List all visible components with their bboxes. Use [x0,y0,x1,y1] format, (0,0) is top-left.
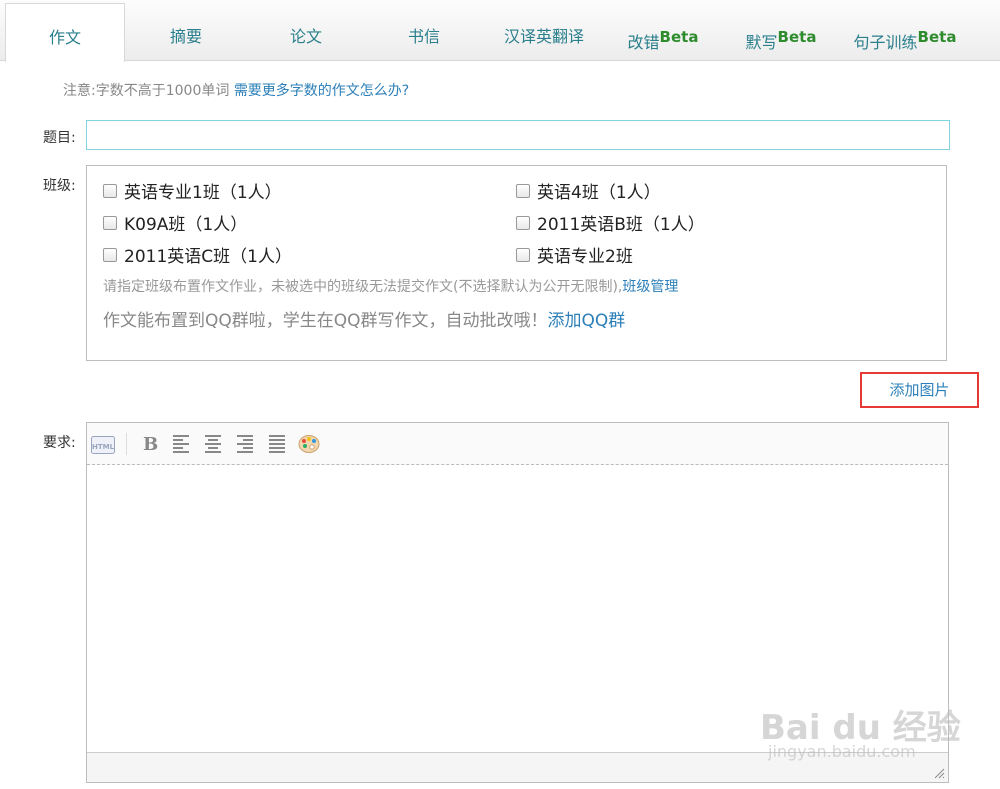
html-icon[interactable]: HTML [91,435,115,455]
class-option-label: 2011英语B班（1人） [537,215,705,235]
editor-toolbar: HTML B [87,423,948,465]
class-option-label: 英语4班（1人） [537,183,661,203]
class-option[interactable]: 英语专业2班 [516,242,633,267]
class-hint-text: 请指定班级布置作文作业，未被选中的班级无法提交作文(不选择默认为公开无限制), [103,279,623,295]
add-qq-group-link[interactable]: 添加QQ群 [548,311,626,331]
checkbox[interactable] [516,247,530,262]
beta-badge: Beta [777,28,817,46]
class-option[interactable]: 2011英语B班（1人） [516,210,705,235]
align-right-icon[interactable] [237,434,253,454]
tab-label: 摘要 [169,27,202,46]
class-option[interactable]: 英语4班（1人） [516,178,661,203]
checkbox[interactable] [516,215,530,230]
tab-label: 句子训练 [853,33,918,52]
qq-hint-text: 作文能布置到QQ群啦，学生在QQ群写作文，自动批改哦！ [103,311,548,331]
tab-label: 书信 [407,27,440,46]
align-center-icon[interactable] [205,434,221,454]
qq-hint: 作文能布置到QQ群啦，学生在QQ群写作文，自动批改哦！添加QQ群 [103,306,625,331]
tab-label: 论文 [289,27,322,46]
tab-abstract[interactable]: 摘要 [126,3,246,61]
tab-label: 作文 [48,28,81,47]
notice-text: 注意:字数不高于1000单词 [63,83,230,99]
word-limit-notice: 注意:字数不高于1000单词 需要更多字数的作文怎么办? [63,80,409,100]
tab-letter[interactable]: 书信 [364,3,484,61]
class-label: 班级: [43,178,76,194]
checkbox[interactable] [516,183,530,198]
beta-badge: Beta [917,28,957,46]
svg-text:HTML: HTML [92,443,115,451]
watermark-url: jingyan.baidu.com [768,742,916,761]
tab-essay[interactable]: 作文 [5,3,125,62]
requirement-label: 要求: [43,435,76,451]
class-option-label: 英语专业1班（1人） [124,183,282,203]
class-hint: 请指定班级布置作文作业，未被选中的班级无法提交作文(不选择默认为公开无限制),班… [103,276,678,296]
class-management-link[interactable]: 班级管理 [622,279,678,295]
justify-icon[interactable] [269,434,285,454]
class-option-label: 2011英语C班（1人） [124,247,292,267]
toolbar-separator [126,433,127,455]
tab-sentence-training[interactable]: 句子训练Beta [840,3,970,61]
checkbox[interactable] [103,215,117,230]
tab-label: 默写 [745,33,778,52]
color-palette-icon[interactable] [298,434,320,454]
class-option-label: K09A班（1人） [124,215,248,235]
bold-icon[interactable]: B [143,434,158,455]
beta-badge: Beta [659,28,699,46]
add-image-button[interactable]: 添加图片 [860,372,979,408]
resize-grip-icon[interactable] [933,767,945,779]
tab-bar: 作文 摘要 论文 书信 汉译英翻译 改错Beta 默写Beta 句子训练Beta [0,0,1000,62]
title-input[interactable] [86,120,950,150]
class-option[interactable]: K09A班（1人） [103,210,247,235]
tab-correction[interactable]: 改错Beta [603,3,723,61]
tab-translation[interactable]: 汉译英翻译 [484,3,604,61]
checkbox[interactable] [103,247,117,262]
title-label: 题目: [43,130,76,146]
tab-thesis[interactable]: 论文 [246,3,366,61]
checkbox[interactable] [103,183,117,198]
class-selector: 英语专业1班（1人） 英语4班（1人） K09A班（1人） 2011英语B班（1… [86,165,947,361]
align-left-icon[interactable] [173,434,189,454]
tab-label: 改错 [627,33,660,52]
class-option[interactable]: 英语专业1班（1人） [103,178,282,203]
tab-dictation[interactable]: 默写Beta [721,3,841,61]
class-option[interactable]: 2011英语C班（1人） [103,242,292,267]
tab-label: 汉译英翻译 [503,27,584,46]
class-option-label: 英语专业2班 [537,247,633,267]
more-words-link[interactable]: 需要更多字数的作文怎么办? [234,83,409,99]
